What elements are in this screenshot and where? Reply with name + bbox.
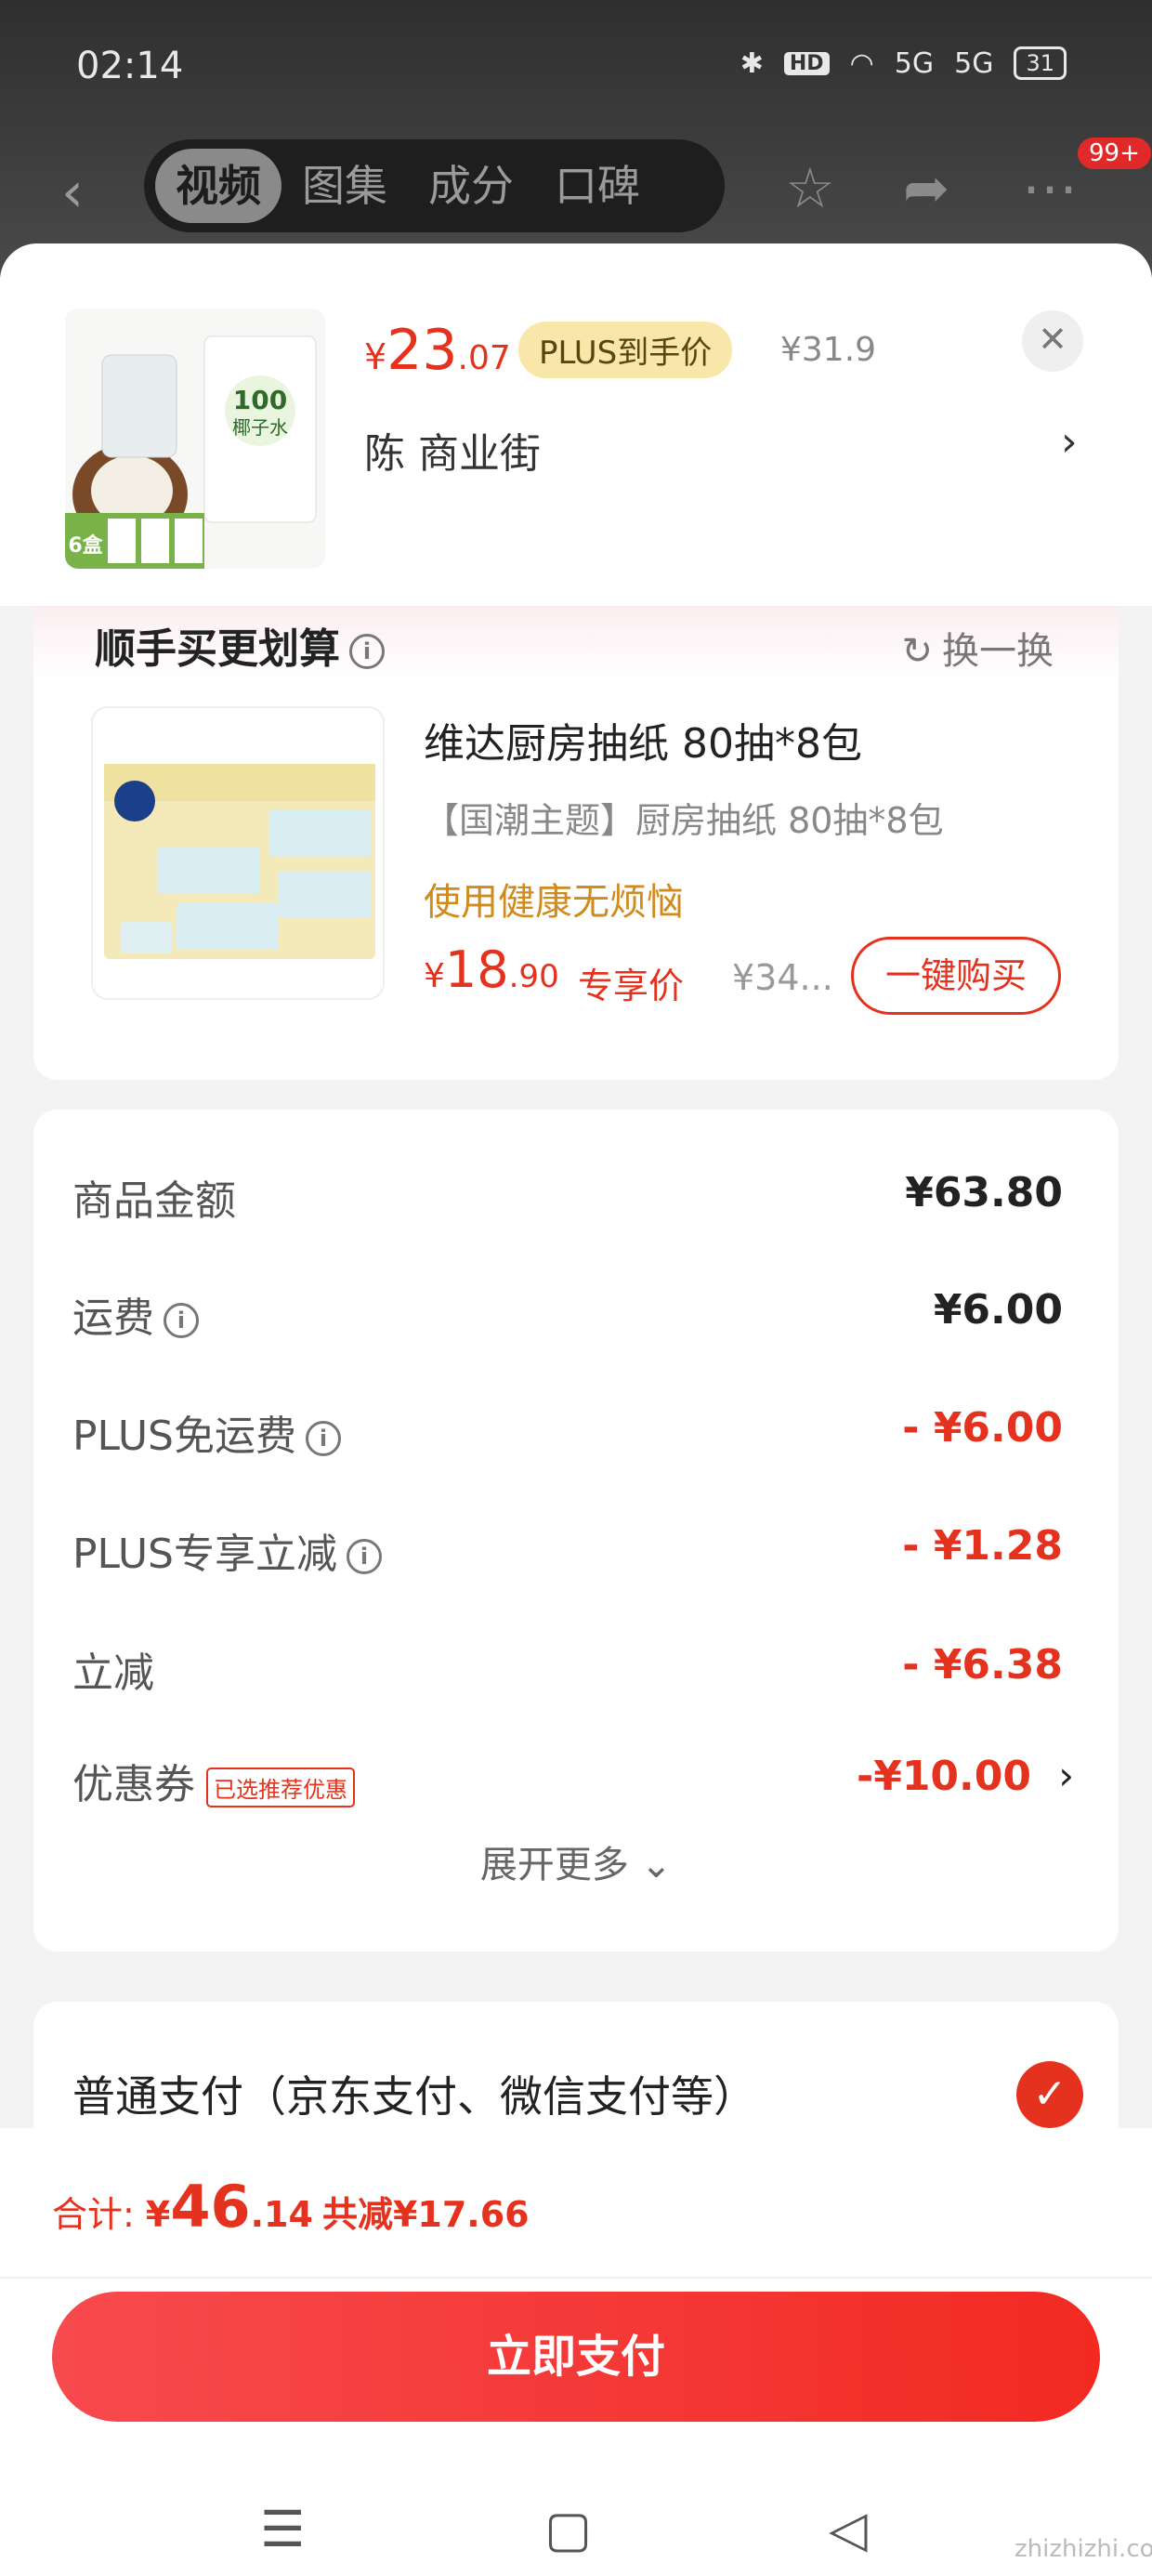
checkout-bar: 合计: ¥46.14 共减¥17.66 立即支付 ☰ ▢ ◁ zhizhizhi.… [0, 2128, 1152, 2576]
bluetooth-icon: ✱ [740, 46, 764, 80]
top-nav: ‹ 视频 图集 成分 口碑 ☆ ➦ ⋯ [0, 139, 1152, 232]
product-image[interactable]: 100 椰子水 6盒 [65, 309, 325, 569]
coupon-selected-tag: 已选推荐优惠 [206, 1767, 355, 1807]
star-icon[interactable]: ☆ [785, 156, 835, 221]
tab-ingredients[interactable]: 成分 [408, 149, 534, 223]
coconut-water-image: 100 椰子水 6盒 [65, 309, 325, 569]
signal-icon-2: 5G [954, 46, 994, 80]
clock: 02:14 [76, 45, 184, 87]
upsell-product-image[interactable] [91, 706, 385, 1000]
plus-price-tag: PLUS到手价 [518, 322, 733, 378]
battery-icon: 31 [1014, 46, 1067, 80]
message-badge: 99+ [1078, 138, 1151, 169]
home-icon[interactable]: ▢ [544, 2500, 592, 2558]
hd-icon: HD [783, 51, 830, 75]
original-price: ¥31.9 [780, 331, 877, 369]
upsell-card: 顺手买更划算 i ↻ 换一换 维达厨房抽纸 80抽*8包 【国潮主题】厨房抽纸 80… [33, 606, 1119, 1080]
upsell-product-subtitle: 【国潮主题】厨房抽纸 80抽*8包 [424, 800, 944, 841]
share-icon[interactable]: ➦ [903, 156, 949, 221]
tab-video[interactable]: 视频 [155, 149, 281, 223]
tab-gallery[interactable]: 图集 [281, 149, 408, 223]
product-price: ¥23.07 [364, 318, 511, 383]
refresh-icon: ↻ [901, 630, 933, 673]
svg-text:6盒: 6盒 [68, 533, 103, 558]
payment-method-label: 普通支付（京东支付、微信支付等） [72, 2071, 756, 2122]
status-icons: ✱ HD ◠ 5G 5G 31 [740, 46, 1067, 80]
chevron-right-icon[interactable]: › [1061, 418, 1078, 466]
upsell-price: ¥18.90 [424, 940, 559, 999]
wifi-icon: ◠ [849, 46, 874, 80]
cost-breakdown: 商品金额 ¥63.80 运费 i ¥6.00 PLUS免运费 i - ¥6.00 P… [33, 1110, 1119, 1952]
product-header: 100 椰子水 6盒 ¥23.07 PLUS到手价 ¥31.9 ✕ 陈 商业街 … [0, 243, 1152, 606]
cost-row-plus-free-shipping: PLUS免运费 i - ¥6.00 [72, 1404, 1063, 1460]
more-icon[interactable]: ⋯ [1022, 156, 1078, 221]
back-arrow-icon[interactable]: ‹ [61, 160, 84, 225]
cost-row-instant-discount: 立减 - ¥6.38 [72, 1641, 1063, 1697]
chevron-right-icon[interactable]: › [1058, 1753, 1074, 1798]
shipping-address[interactable]: 陈 商业街 [364, 420, 541, 480]
close-button[interactable]: ✕ [1022, 310, 1083, 372]
divider [0, 2277, 1152, 2279]
cost-row-shipping: 运费 i ¥6.00 [72, 1286, 1063, 1342]
back-triangle-icon[interactable]: ◁ [829, 2500, 868, 2558]
upsell-product-name[interactable]: 维达厨房抽纸 80抽*8包 [424, 710, 862, 769]
check-icon[interactable]: ✓ [1016, 2061, 1083, 2128]
system-nav-bar: ☰ ▢ ◁ [0, 2500, 1152, 2576]
svg-text:100: 100 [233, 385, 287, 415]
upsell-original-price: ¥34... [732, 957, 833, 998]
upsell-slogan: 使用健康无烦恼 [424, 881, 684, 924]
svg-text:椰子水: 椰子水 [232, 416, 288, 439]
swap-button[interactable]: ↻ 换一换 [901, 621, 1054, 675]
one-click-buy-button[interactable]: 一键购买 [851, 937, 1061, 1015]
tissue-pack-image [93, 708, 383, 998]
tab-reviews[interactable]: 口碑 [534, 149, 661, 223]
cost-row-plus-discount: PLUS专享立减 i - ¥1.28 [72, 1522, 1063, 1578]
upsell-title: 顺手买更划算 i [95, 615, 385, 675]
cost-row-subtotal: 商品金额 ¥63.80 [72, 1169, 1063, 1225]
cost-row-coupon[interactable]: 优惠券 已选推荐优惠 -¥10.00 › [72, 1741, 1074, 1816]
pay-now-button[interactable]: 立即支付 [52, 2292, 1100, 2422]
upsell-price-label: 专享价 [578, 966, 685, 1006]
info-icon[interactable]: i [306, 1421, 341, 1456]
info-icon[interactable]: i [349, 634, 385, 669]
media-tabs: 视频 图集 成分 口碑 [144, 139, 725, 232]
signal-icon: 5G [894, 46, 935, 80]
expand-more-button[interactable]: 展开更多 ⌄ [33, 1834, 1119, 1888]
order-total: 合计: ¥46.14 共减¥17.66 [52, 2173, 530, 2241]
total-savings: 共减¥17.66 [321, 2194, 530, 2235]
info-icon[interactable]: i [347, 1539, 382, 1574]
menu-icon[interactable]: ☰ [260, 2500, 305, 2558]
status-bar: 02:14 ✱ HD ◠ 5G 5G 31 [0, 0, 1152, 130]
info-icon[interactable]: i [164, 1303, 199, 1338]
watermark: zhizhizhi.com [1015, 2535, 1152, 2563]
